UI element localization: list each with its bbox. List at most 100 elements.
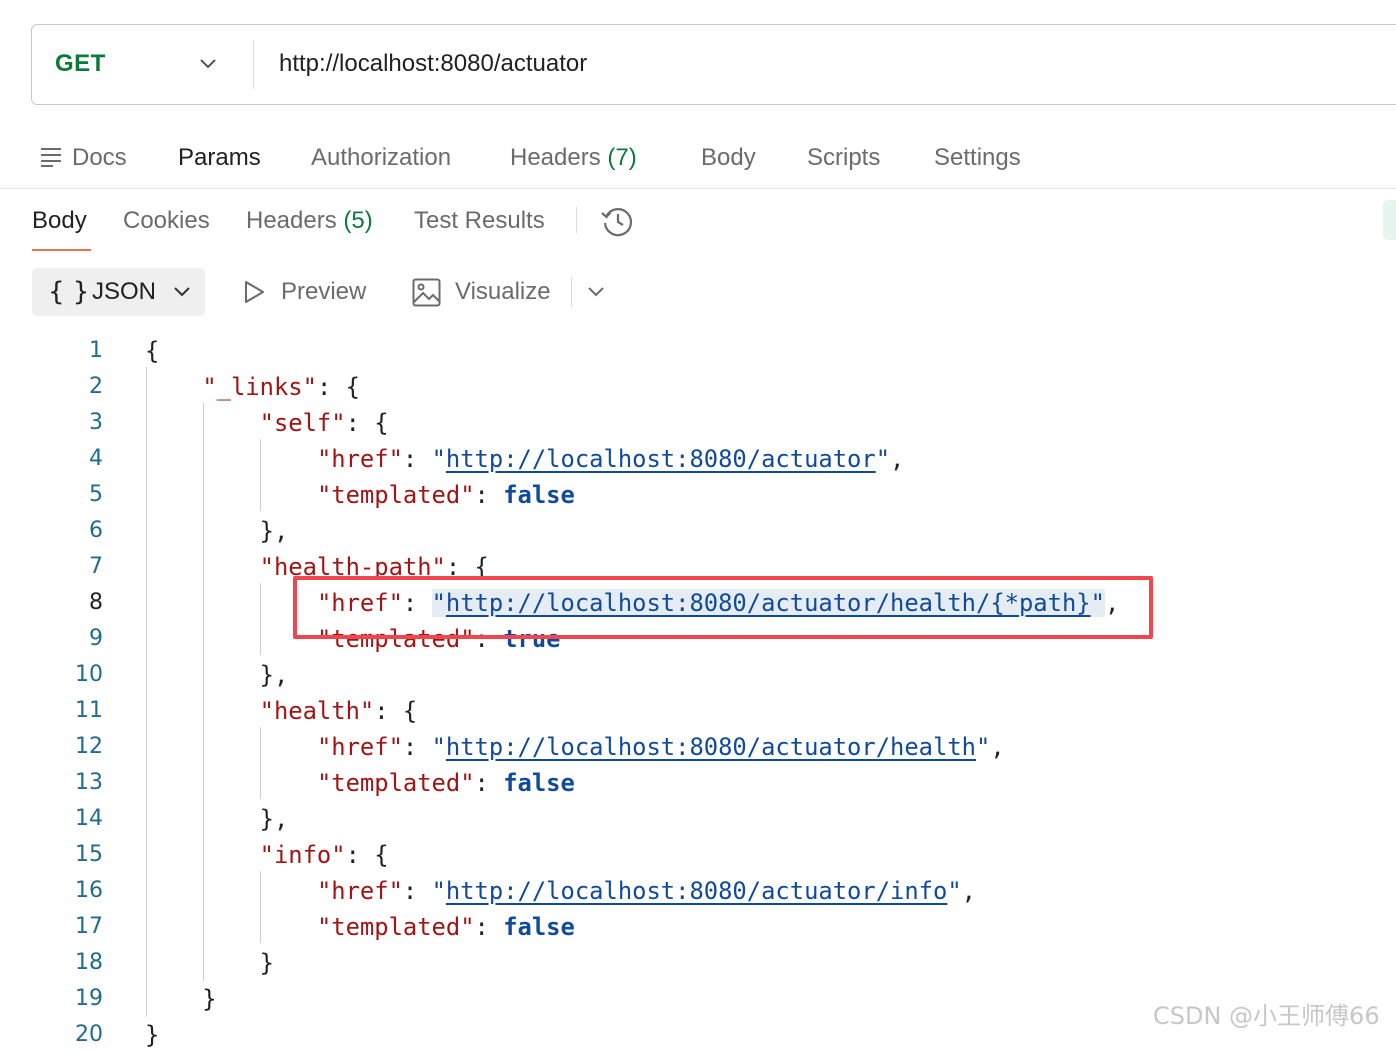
active-tab-underline bbox=[32, 249, 91, 251]
tab-separator bbox=[576, 207, 577, 233]
code-line: 6 }, bbox=[0, 513, 1396, 549]
line-number: 2 bbox=[89, 374, 103, 399]
json-key: "templated" bbox=[316, 481, 475, 509]
line-number: 7 bbox=[89, 554, 103, 579]
response-tab-test-results[interactable]: Test Results bbox=[414, 196, 545, 246]
code-text: "templated": false bbox=[316, 481, 575, 509]
tab-headers[interactable]: Headers (7) bbox=[510, 128, 637, 188]
braces-icon: { } bbox=[48, 277, 90, 307]
json-key: "_links" bbox=[202, 373, 317, 401]
visualize-button[interactable]: Visualize bbox=[455, 268, 551, 316]
line-number: 11 bbox=[75, 698, 103, 723]
json-key: "templated" bbox=[316, 769, 475, 797]
code-line: 18 } bbox=[0, 945, 1396, 981]
code-line: 4 "href": "http://localhost:8080/actuato… bbox=[0, 441, 1396, 477]
json-url-link[interactable]: http://localhost:8080/actuator bbox=[446, 445, 876, 473]
line-number: 9 bbox=[89, 626, 103, 651]
json-url-link[interactable]: http://localhost:8080/actuator/health bbox=[446, 733, 976, 761]
json-key: "href" bbox=[316, 733, 403, 761]
code-line: 2 "_links": { bbox=[0, 369, 1396, 405]
watermark: CSDN @小王师傅66 bbox=[1153, 1002, 1380, 1030]
code-text: }, bbox=[145, 517, 289, 545]
json-key: "href" bbox=[316, 445, 403, 473]
code-line: 3 "self": { bbox=[0, 405, 1396, 441]
line-number: 12 bbox=[75, 734, 103, 759]
json-boolean: false bbox=[503, 913, 575, 941]
highlight-annotation-box bbox=[293, 576, 1153, 639]
line-number: 14 bbox=[75, 806, 103, 831]
code-text: } bbox=[145, 949, 274, 977]
line-number: 4 bbox=[89, 446, 103, 471]
play-outline-icon bbox=[245, 281, 264, 303]
code-line: 11 "health": { bbox=[0, 693, 1396, 729]
url-divider bbox=[253, 41, 254, 89]
code-line: 1 { bbox=[0, 333, 1396, 369]
line-number: 18 bbox=[75, 950, 103, 975]
line-number: 1 bbox=[89, 338, 103, 363]
code-text: "templated": false bbox=[316, 913, 575, 941]
tab-settings[interactable]: Settings bbox=[934, 128, 1021, 188]
format-selector[interactable]: { } JSON bbox=[32, 268, 205, 316]
code-text: "href": "http://localhost:8080/actuator"… bbox=[316, 445, 905, 473]
history-clock-icon[interactable] bbox=[600, 204, 634, 238]
request-tabs: Docs Params Authorization Headers (7) Bo… bbox=[0, 128, 1396, 189]
http-method-selector[interactable]: GET bbox=[55, 25, 106, 103]
code-text: }, bbox=[145, 661, 289, 689]
line-number: 16 bbox=[75, 878, 103, 903]
line-number: 10 bbox=[75, 662, 103, 687]
chevron-down-icon[interactable] bbox=[586, 285, 606, 299]
code-line: 13 "templated": false bbox=[0, 765, 1396, 801]
code-line: 12 "href": "http://localhost:8080/actuat… bbox=[0, 729, 1396, 765]
tab-scripts[interactable]: Scripts bbox=[807, 128, 880, 188]
line-number: 17 bbox=[75, 914, 103, 939]
json-key: "info" bbox=[259, 841, 346, 869]
tab-docs[interactable]: Docs bbox=[72, 128, 127, 188]
format-label: JSON bbox=[92, 278, 157, 305]
docs-lines-icon bbox=[41, 148, 61, 167]
code-text: "href": "http://localhost:8080/actuator/… bbox=[316, 733, 1005, 761]
code-line: 17 "templated": false bbox=[0, 909, 1396, 945]
code-text: } bbox=[145, 1021, 160, 1049]
response-tab-headers-count: (5) bbox=[343, 207, 373, 234]
line-number: 5 bbox=[89, 482, 103, 507]
response-tab-headers-label: Headers bbox=[246, 207, 337, 234]
request-url-bar: GET http://localhost:8080/actuator bbox=[31, 24, 1396, 105]
chevron-down-icon bbox=[174, 287, 190, 297]
response-tab-headers[interactable]: Headers (5) bbox=[246, 196, 373, 246]
response-body-viewer: 1 { 2 "_links": { 3 "self": { 4 "href": … bbox=[0, 333, 1396, 1049]
json-boolean: false bbox=[503, 769, 575, 797]
response-tab-cookies[interactable]: Cookies bbox=[123, 196, 210, 246]
preview-button[interactable]: Preview bbox=[281, 268, 366, 316]
image-icon bbox=[412, 278, 441, 307]
tab-body[interactable]: Body bbox=[701, 128, 756, 188]
code-line: 14 }, bbox=[0, 801, 1396, 837]
toolbar-separator bbox=[571, 277, 572, 307]
tab-params[interactable]: Params bbox=[178, 128, 261, 188]
status-indicator-edge bbox=[1383, 200, 1396, 240]
chevron-down-icon[interactable] bbox=[198, 57, 218, 71]
code-line: 5 "templated": false bbox=[0, 477, 1396, 513]
json-boolean: false bbox=[503, 481, 575, 509]
code-text: "info": { bbox=[259, 841, 389, 869]
code-text: } bbox=[145, 985, 217, 1013]
code-text: "self": { bbox=[259, 409, 389, 437]
tab-headers-label: Headers bbox=[510, 144, 601, 171]
code-line: 16 "href": "http://localhost:8080/actuat… bbox=[0, 873, 1396, 909]
url-input[interactable]: http://localhost:8080/actuator bbox=[279, 25, 587, 103]
code-text: "templated": false bbox=[316, 769, 575, 797]
code-text: "health": { bbox=[259, 697, 418, 725]
code-text: }, bbox=[145, 805, 289, 833]
json-key: "health" bbox=[259, 697, 375, 725]
json-key: "self" bbox=[259, 409, 346, 437]
response-tab-body[interactable]: Body bbox=[32, 196, 87, 246]
line-number: 3 bbox=[89, 410, 103, 435]
code-text: "_links": { bbox=[202, 373, 360, 401]
json-url-link[interactable]: http://localhost:8080/actuator/info bbox=[446, 877, 947, 905]
code-line: 10 }, bbox=[0, 657, 1396, 693]
line-number: 19 bbox=[75, 986, 103, 1011]
json-key: "href" bbox=[316, 877, 403, 905]
tab-authorization[interactable]: Authorization bbox=[311, 128, 451, 188]
code-text: { bbox=[145, 337, 160, 365]
code-text: "href": "http://localhost:8080/actuator/… bbox=[316, 877, 976, 905]
line-number: 6 bbox=[89, 518, 103, 543]
